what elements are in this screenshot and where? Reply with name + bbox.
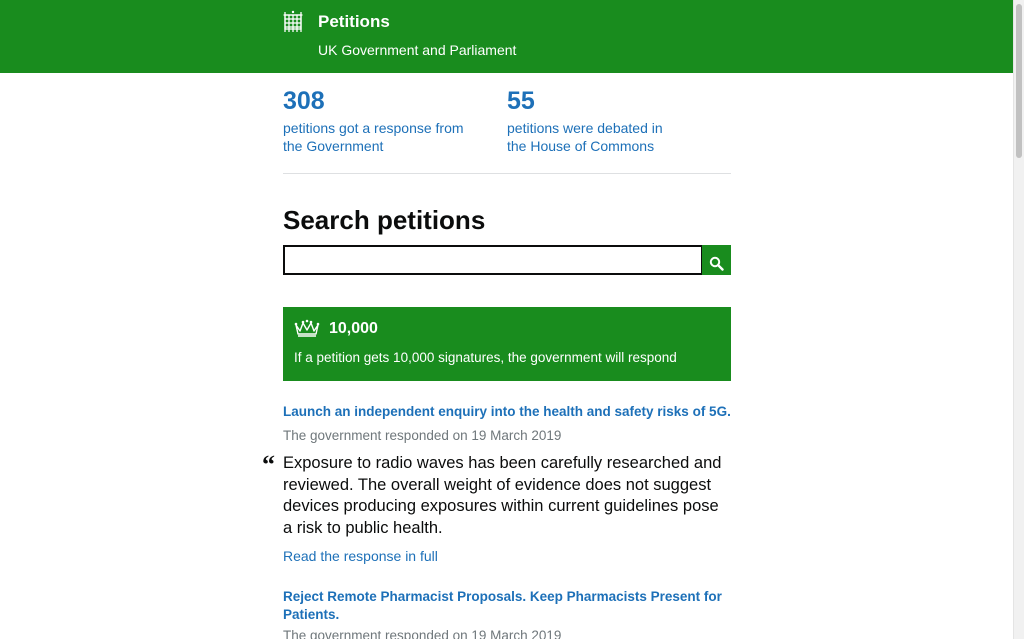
threshold-count: 10,000 (329, 320, 378, 337)
page: Petitions UK Government and Parliament 3… (0, 0, 1024, 639)
scrollbar-thumb[interactable] (1016, 4, 1022, 158)
read-response-link[interactable]: Read the response in full (283, 548, 438, 564)
divider (283, 173, 731, 174)
stat-responses[interactable]: 308 petitions got a response from the Gov… (283, 86, 483, 155)
stat-debates-label[interactable]: petitions were debated in the House of Co… (507, 119, 707, 155)
stat-debates-number[interactable]: 55 (507, 86, 707, 116)
site-subtitle: UK Government and Parliament (318, 42, 517, 58)
petition-title-link[interactable]: Reject Remote Pharmacist Proposals. Keep… (283, 588, 733, 624)
search-button[interactable] (702, 245, 731, 275)
scrollbar[interactable] (1013, 0, 1024, 639)
stat-responses-label[interactable]: petitions got a response from the Governm… (283, 119, 483, 155)
petition-response-date: The government responded on 19 March 201… (283, 428, 562, 443)
search-heading: Search petitions (283, 205, 486, 235)
portcullis-icon (283, 10, 303, 32)
threshold-description: If a petition gets 10,000 signatures, th… (294, 350, 677, 365)
stat-debates[interactable]: 55 petitions were debated in the House of… (507, 86, 707, 155)
crown-icon (294, 319, 320, 337)
site-header: Petitions UK Government and Parliament (0, 0, 1013, 73)
response-quote: Exposure to radio waves has been careful… (283, 454, 722, 537)
stat-responses-number[interactable]: 308 (283, 86, 483, 116)
petition-response-date: The government responded on 19 March 201… (283, 628, 562, 639)
petition-title-link[interactable]: Launch an independent enquiry into the h… (283, 403, 735, 421)
site-title-link[interactable]: Petitions (318, 12, 390, 32)
search-input[interactable] (283, 245, 703, 275)
search-icon (709, 256, 724, 271)
threshold-panel: 10,000 If a petition gets 10,000 signatu… (283, 307, 731, 381)
quote-icon: “ (262, 450, 275, 479)
